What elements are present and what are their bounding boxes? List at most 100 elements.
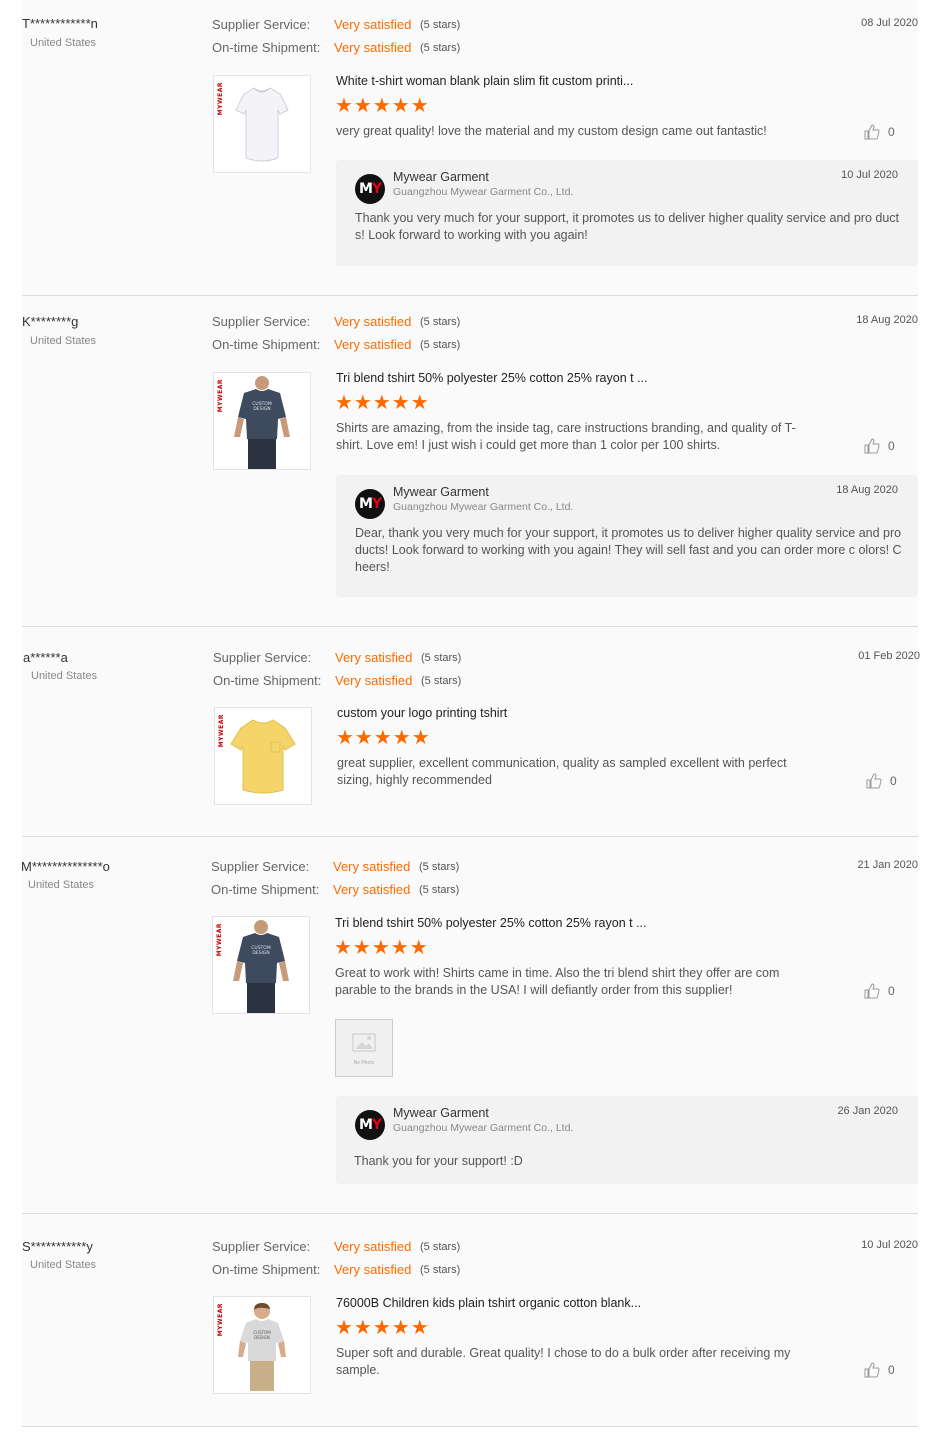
on-time-shipment-stars: (5 stars) [419, 884, 460, 896]
product-title[interactable]: 76000B Children kids plain tshirt organi… [336, 1296, 641, 1310]
seller-reply: MY Mywear Garment Guangzhou Mywear Garme… [336, 1096, 918, 1184]
on-time-shipment-label: On-time Shipment: [212, 337, 321, 352]
review-date: 08 Jul 2020 [861, 17, 918, 29]
brand-mark: MYWEAR [218, 714, 225, 748]
thumbs-up-icon [864, 983, 880, 999]
on-time-shipment-value: Very satisfied [333, 882, 411, 897]
thumbs-up-icon [864, 1362, 880, 1378]
yellow-tshirt-image [230, 719, 296, 794]
brand-mark: MYWEAR [216, 923, 223, 957]
supplier-service-stars: (5 stars) [419, 861, 460, 873]
rating-stars: ★★★★★ [335, 392, 430, 414]
supplier-service-label: Supplier Service: [213, 650, 312, 665]
supplier-service-value: Very satisfied [334, 1239, 412, 1254]
on-time-shipment-value: Very satisfied [334, 1262, 412, 1277]
like-button[interactable]: 0 [864, 438, 895, 454]
like-count: 0 [888, 984, 895, 998]
rating-stars: ★★★★★ [335, 1317, 430, 1339]
seller-reply: MY Mywear Garment Guangzhou Mywear Garme… [336, 475, 918, 597]
buyer-name: a******a [23, 650, 68, 665]
supplier-service-stars: (5 stars) [420, 19, 461, 31]
supplier-service-stars: (5 stars) [420, 1241, 461, 1253]
thumbs-up-icon [864, 124, 880, 140]
seller-logo: MY [355, 174, 385, 204]
seller-company: Guangzhou Mywear Garment Co., Ltd. [393, 1122, 574, 1134]
review-comment: Super soft and durable. Great quality! I… [336, 1346, 791, 1377]
custom-design-text: CUSTOM DESIGN [253, 1330, 271, 1340]
supplier-service-value: Very satisfied [334, 314, 412, 329]
on-time-shipment-value: Very satisfied [334, 337, 412, 352]
seller-logo: MY [355, 1110, 385, 1140]
buyer-country: United States [30, 37, 97, 49]
review-comment: great supplier, excellent communication,… [337, 756, 787, 787]
buyer-name: M**************o [21, 859, 110, 874]
like-button[interactable]: 0 [864, 124, 895, 140]
on-time-shipment-value: Very satisfied [335, 673, 413, 688]
custom-design-text: CUSTOM DESIGN [251, 946, 271, 956]
brand-mark: MYWEAR [217, 82, 224, 116]
like-count: 0 [888, 1363, 895, 1377]
product-title[interactable]: Tri blend tshirt 50% polyester 25% cotto… [335, 916, 647, 930]
review-card: K********g United States Supplier Servic… [0, 296, 940, 626]
review-date: 01 Feb 2020 [858, 650, 920, 662]
on-time-shipment-stars: (5 stars) [420, 1264, 461, 1276]
supplier-service-label: Supplier Service: [212, 314, 311, 329]
review-date: 18 Aug 2020 [856, 314, 918, 326]
buyer-name: K********g [22, 314, 79, 329]
supplier-service-value: Very satisfied [333, 859, 411, 874]
on-time-shipment-label: On-time Shipment: [212, 40, 321, 55]
reply-text: Thank you for your support! :D [354, 1154, 523, 1168]
buyer-name: T************n [22, 16, 98, 31]
seller-reply: MY Mywear Garment Guangzhou Mywear Garme… [336, 160, 918, 266]
supplier-service-label: Supplier Service: [211, 859, 310, 874]
grey-tshirt-model-image [234, 376, 290, 469]
on-time-shipment-label: On-time Shipment: [213, 673, 322, 688]
review-attachment-placeholder[interactable]: No Photo [335, 1019, 393, 1077]
supplier-service-value: Very satisfied [335, 650, 413, 665]
like-count: 0 [888, 439, 895, 453]
thumbs-up-icon [864, 438, 880, 454]
brand-mark: MYWEAR [217, 379, 224, 413]
review-comment: Shirts are amazing, from the inside tag,… [336, 421, 796, 452]
supplier-service-label: Supplier Service: [212, 1239, 311, 1254]
product-thumbnail[interactable]: MYWEAR CUSTOM DESIGN [213, 1296, 311, 1394]
supplier-service-value: Very satisfied [334, 17, 412, 32]
product-thumbnail[interactable]: MYWEAR CUSTOM DESIGN [212, 916, 310, 1014]
review-card: T************n United States Supplier Se… [0, 0, 940, 295]
product-title[interactable]: Tri blend tshirt 50% polyester 25% cotto… [336, 371, 648, 385]
review-card: M**************o United States Supplier … [0, 837, 940, 1213]
review-comment: very great quality! love the material an… [336, 124, 767, 138]
like-button[interactable]: 0 [864, 983, 895, 999]
review-date: 10 Jul 2020 [861, 1239, 918, 1251]
seller-company: Guangzhou Mywear Garment Co., Ltd. [393, 501, 574, 513]
seller-name: Mywear Garment [393, 1106, 489, 1120]
thumbs-up-icon [866, 773, 882, 789]
product-title[interactable]: custom your logo printing tshirt [337, 706, 507, 720]
reviews-page: T************n United States Supplier Se… [0, 0, 940, 1436]
seller-company: Guangzhou Mywear Garment Co., Ltd. [393, 186, 574, 198]
product-thumbnail[interactable]: MYWEAR [213, 75, 311, 173]
product-title[interactable]: White t-shirt woman blank plain slim fit… [336, 74, 633, 88]
rating-stars: ★★★★★ [335, 95, 430, 117]
like-count: 0 [890, 774, 897, 788]
supplier-service-label: Supplier Service: [212, 17, 311, 32]
product-thumbnail[interactable]: MYWEAR CUSTOM DESIGN [213, 372, 311, 470]
like-button[interactable]: 0 [864, 1362, 895, 1378]
rating-stars: ★★★★★ [334, 937, 429, 959]
seller-logo: MY [355, 489, 385, 519]
review-date: 21 Jan 2020 [857, 859, 918, 871]
on-time-shipment-stars: (5 stars) [420, 339, 461, 351]
custom-design-text: CUSTOM DESIGN [252, 402, 272, 412]
product-thumbnail[interactable]: MYWEAR [214, 707, 312, 805]
review-comment: Great to work with! Shirts came in time.… [335, 966, 780, 997]
on-time-shipment-value: Very satisfied [334, 40, 412, 55]
review-divider [22, 1426, 918, 1427]
brand-mark: MYWEAR [217, 1303, 224, 1337]
review-card: S***********y United States Supplier Ser… [0, 1214, 940, 1426]
on-time-shipment-stars: (5 stars) [420, 42, 461, 54]
like-button[interactable]: 0 [866, 773, 897, 789]
seller-name: Mywear Garment [393, 485, 489, 499]
like-count: 0 [888, 125, 895, 139]
supplier-service-stars: (5 stars) [420, 316, 461, 328]
reply-text: Dear, thank you very much for your suppo… [355, 526, 902, 574]
